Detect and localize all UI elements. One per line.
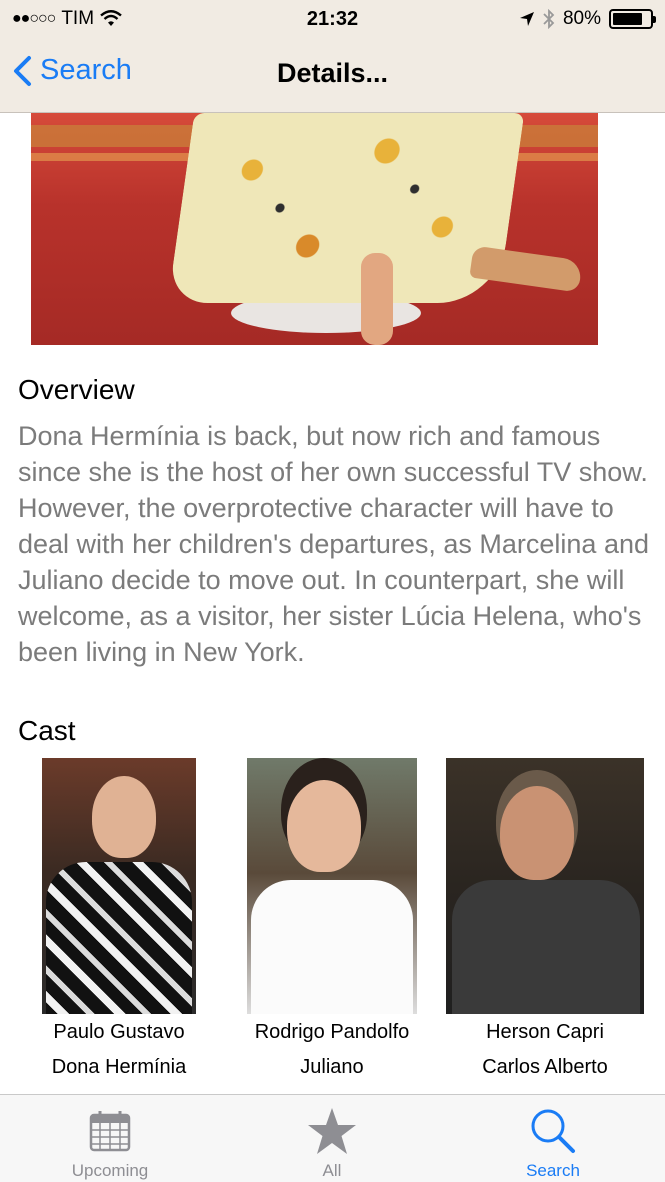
cast-card[interactable]: Rodrigo Pandolfo Juliano — [247, 758, 417, 1079]
actor-name: Herson Capri — [486, 1021, 604, 1043]
tab-search-label: Search — [526, 1161, 580, 1180]
actor-name: Rodrigo Pandolfo — [254, 1021, 410, 1043]
poster-image — [31, 113, 598, 345]
cast-list: Paulo Gustavo Dona Hermínia Rodrigo Pand… — [0, 758, 665, 1088]
actor-photo — [446, 758, 644, 1014]
battery-fill — [613, 13, 642, 25]
bluetooth-icon — [543, 9, 555, 29]
actor-name: Paulo Gustavo — [53, 1021, 185, 1043]
character-name: Juliano — [300, 1056, 364, 1078]
location-arrow-icon — [519, 12, 534, 26]
tab-all-label: All — [322, 1161, 342, 1180]
cast-heading: Cast — [18, 715, 76, 746]
poster-leg — [361, 253, 393, 345]
battery-icon — [609, 9, 656, 29]
cast-card[interactable]: Paulo Gustavo Dona Hermínia — [42, 758, 196, 1079]
nav-title: Details... — [276, 58, 389, 88]
status-right: 80% — [519, 8, 656, 30]
poster-shoe — [469, 245, 583, 293]
tab-upcoming[interactable]: Upcoming — [30, 1095, 190, 1182]
tab-search[interactable]: Search — [473, 1095, 633, 1182]
character-name: Carlos Alberto — [482, 1056, 608, 1078]
search-icon — [531, 1109, 575, 1153]
tab-all[interactable]: All — [252, 1095, 412, 1182]
top-bar: ●●○○○ TIM 21:32 80% Search Details... — [0, 0, 665, 113]
star-icon — [308, 1108, 356, 1154]
battery-percent: 80% — [562, 8, 601, 29]
status-bar: ●●○○○ TIM 21:32 80% — [0, 0, 665, 38]
calendar-icon — [89, 1111, 131, 1152]
actor-photo — [42, 758, 196, 1014]
actor-photo — [247, 758, 417, 1014]
tab-upcoming-label: Upcoming — [71, 1161, 149, 1180]
overview-text: Dona Hermínia is back, but now rich and … — [18, 421, 649, 667]
character-name: Dona Hermínia — [51, 1056, 187, 1078]
tab-bar: Upcoming All Search — [0, 1094, 665, 1182]
navigation-bar: Search Details... — [0, 38, 665, 113]
overview-heading: Overview — [18, 374, 135, 405]
cast-card[interactable]: Herson Capri Carlos Alberto — [446, 758, 644, 1079]
